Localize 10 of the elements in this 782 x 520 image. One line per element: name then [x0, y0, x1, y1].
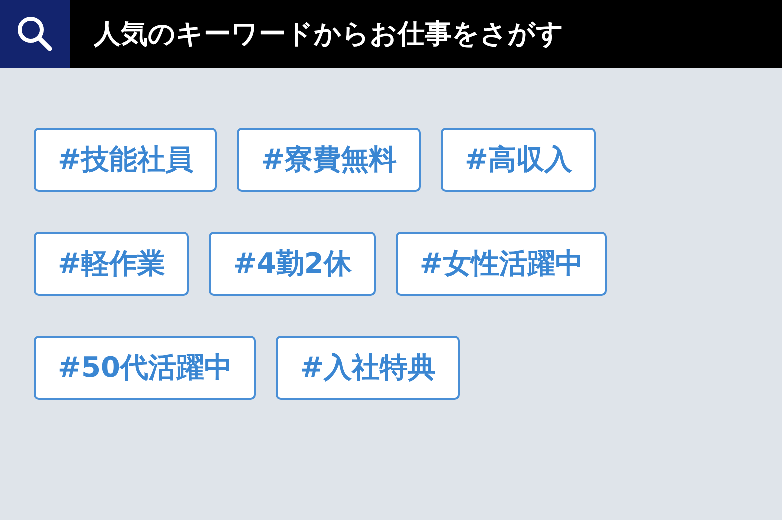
keyword-tag[interactable]: #軽作業 — [34, 232, 190, 296]
keyword-tag[interactable]: #寮費無料 — [237, 128, 421, 192]
section-title: 人気のキーワードからお仕事をさがす — [94, 18, 564, 52]
keyword-tag[interactable]: #技能社員 — [34, 128, 218, 192]
search-icon[interactable] — [15, 14, 55, 54]
keyword-tag[interactable]: #50代活躍中 — [34, 336, 256, 400]
keyword-tag[interactable]: #女性活躍中 — [396, 232, 608, 296]
keyword-tag[interactable]: #入社特典 — [276, 336, 460, 400]
keyword-tag[interactable]: #4勤2休 — [209, 232, 376, 296]
keyword-tag[interactable]: #高収入 — [440, 128, 596, 192]
